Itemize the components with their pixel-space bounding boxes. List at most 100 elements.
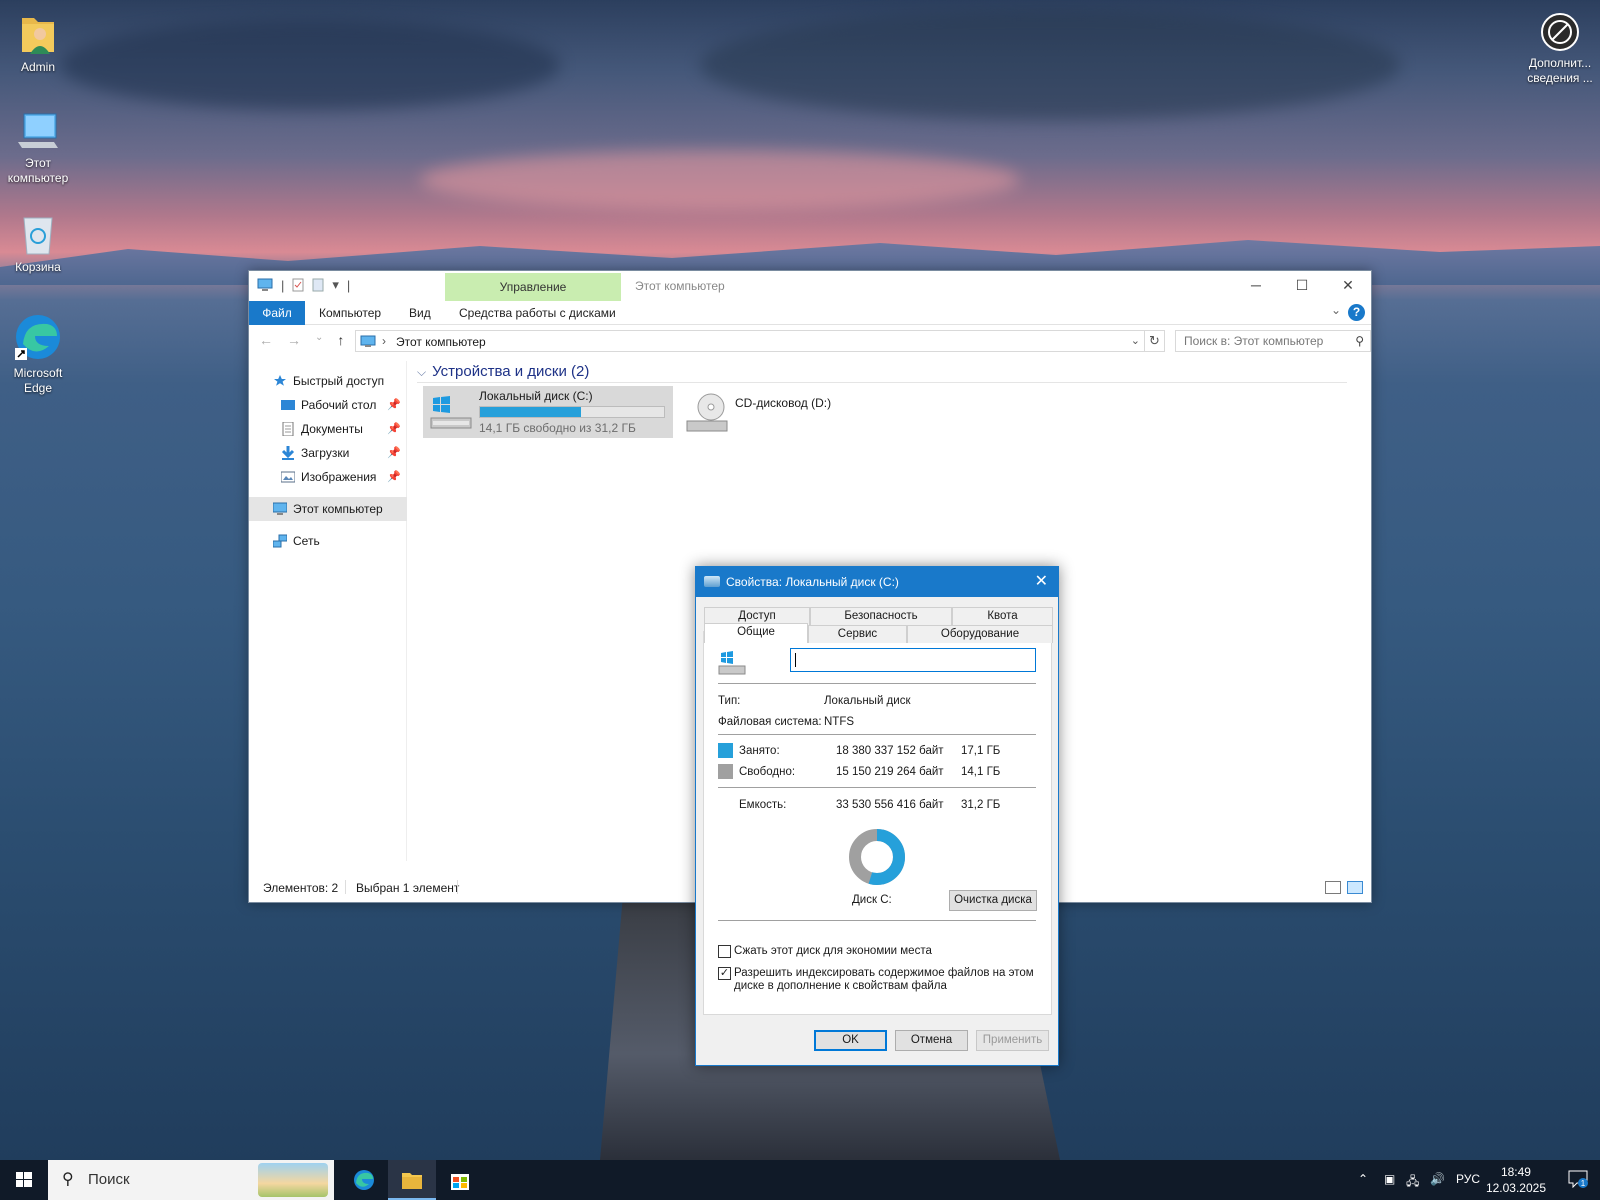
search-input[interactable]: Поиск в: Этот компьютер ⚲: [1175, 330, 1371, 352]
new-folder-icon[interactable]: [312, 278, 324, 292]
disk-usage-donut: [849, 829, 905, 885]
free-bytes: 15 150 219 264 байт: [836, 766, 944, 778]
pin-icon[interactable]: 📌: [387, 441, 401, 465]
search-highlight-image: [258, 1163, 328, 1197]
meet-now-icon[interactable]: ▣: [1384, 1172, 1395, 1186]
tab-tools[interactable]: Сервис: [808, 625, 907, 643]
help-icon[interactable]: ?: [1348, 304, 1365, 321]
properties-icon[interactable]: [292, 278, 304, 292]
nav-desktop[interactable]: Рабочий стол 📌: [249, 393, 407, 417]
windows-drive-icon: [718, 651, 746, 675]
taskbar-edge[interactable]: [340, 1160, 388, 1200]
edge-icon: [354, 1170, 374, 1190]
nav-documents[interactable]: Документы 📌: [249, 417, 407, 441]
drive-icon: [704, 576, 720, 587]
dialog-titlebar: Свойства: Локальный диск (C:) ✕: [696, 567, 1058, 597]
download-arrow-icon: [281, 446, 295, 460]
capacity-bytes: 33 530 556 416 байт: [836, 799, 944, 811]
ribbon-expand-icon[interactable]: ⌄: [1331, 303, 1341, 317]
nav-downloads[interactable]: Загрузки 📌: [249, 441, 407, 465]
index-label-line2[interactable]: диске в дополнение к свойствам файла: [734, 980, 947, 992]
drive-tile-c[interactable]: Локальный диск (C:) 14,1 ГБ свободно из …: [423, 386, 673, 438]
nav-this-pc[interactable]: Этот компьютер: [249, 497, 407, 521]
nav-network[interactable]: Сеть: [249, 529, 407, 553]
minimize-button[interactable]: ─: [1233, 271, 1279, 301]
tab-computer[interactable]: Компьютер: [319, 301, 381, 325]
apply-button[interactable]: Применить: [976, 1030, 1049, 1051]
tab-hardware[interactable]: Оборудование: [907, 625, 1053, 643]
tab-disk-tools[interactable]: Средства работы с дисками: [459, 301, 616, 325]
breadcrumb[interactable]: Этот компьютер: [396, 335, 486, 349]
drive-usage-bar: [479, 406, 665, 418]
computer-icon[interactable]: [257, 278, 273, 292]
pin-icon[interactable]: 📌: [387, 417, 401, 441]
clock-date: 12.03.2025: [1485, 1181, 1546, 1195]
nav-quick-access[interactable]: Быстрый доступ: [249, 369, 407, 393]
status-divider: [345, 880, 346, 894]
language-indicator[interactable]: РУС: [1456, 1172, 1480, 1186]
address-field[interactable]: › Этот компьютер ⌄: [355, 330, 1145, 352]
taskbar-file-explorer[interactable]: [388, 1160, 436, 1200]
notification-center-icon[interactable]: 1: [1568, 1170, 1588, 1188]
details-view-icon[interactable]: [1325, 881, 1341, 894]
network-icon: [273, 534, 287, 548]
drive-tile-d[interactable]: CD-дисковод (D:): [679, 386, 879, 438]
compress-checkbox[interactable]: [718, 945, 731, 958]
close-button[interactable]: ✕: [1325, 271, 1371, 301]
desktop-icon-admin[interactable]: Admin: [0, 10, 76, 75]
used-label: Занято:: [739, 745, 780, 757]
desktop-icon-more-info[interactable]: Дополнит... сведения ...: [1522, 12, 1598, 86]
desktop-icon-this-pc[interactable]: Этот компьютер: [0, 112, 76, 186]
volume-icon[interactable]: 🔊: [1430, 1172, 1445, 1186]
used-gb: 17,1 ГБ: [961, 745, 1001, 757]
up-button[interactable]: ↑: [337, 332, 344, 348]
item-count: Элементов: 2: [263, 881, 339, 895]
type-value: Локальный диск: [824, 695, 911, 707]
taskbar-search[interactable]: ⚲ Поиск: [48, 1160, 334, 1200]
pin-icon[interactable]: 📌: [387, 393, 401, 417]
tab-view[interactable]: Вид: [409, 301, 431, 325]
pin-icon[interactable]: 📌: [387, 465, 401, 489]
index-checkbox[interactable]: ✓: [718, 967, 731, 980]
taskbar-store[interactable]: [436, 1160, 484, 1200]
forward-button[interactable]: →: [287, 332, 301, 348]
maximize-button[interactable]: ☐: [1279, 271, 1325, 301]
start-button[interactable]: [0, 1160, 48, 1200]
recent-dropdown-icon[interactable]: ⌄: [315, 332, 323, 348]
tab-general[interactable]: Общие: [704, 623, 808, 643]
cancel-button[interactable]: Отмена: [895, 1030, 968, 1051]
back-button[interactable]: ←: [259, 332, 273, 348]
desktop-icon-edge[interactable]: Microsoft Edge: [0, 312, 76, 396]
ok-button[interactable]: OK: [814, 1030, 887, 1051]
tab-file[interactable]: Файл: [249, 301, 305, 325]
volume-label-input[interactable]: [790, 648, 1036, 672]
index-label-line1[interactable]: Разрешить индексировать содержимое файло…: [734, 967, 1034, 979]
tab-security[interactable]: Безопасность: [810, 607, 952, 625]
tab-row-bottom: Общие Сервис Оборудование: [704, 623, 1053, 643]
ribbon-context-tab: Управление: [445, 273, 621, 301]
tiles-view-icon[interactable]: [1347, 881, 1363, 894]
qat-dropdown-icon[interactable]: ▾: [332, 277, 339, 293]
clock[interactable]: 18:49 12.03.2025: [1486, 1164, 1546, 1196]
capacity-gb: 31,2 ГБ: [961, 799, 1001, 811]
address-dropdown-icon[interactable]: ⌄: [1131, 334, 1140, 347]
tab-quota[interactable]: Квота: [952, 607, 1053, 625]
nav-pictures[interactable]: Изображения 📌: [249, 465, 407, 489]
network-icon[interactable]: 🖧: [1406, 1172, 1419, 1193]
disk-cleanup-button[interactable]: Очистка диска: [949, 890, 1037, 911]
divider: [718, 683, 1036, 684]
filesystem-value: NTFS: [824, 716, 855, 728]
notification-count: 1: [1581, 1179, 1586, 1188]
status-divider: [457, 880, 458, 894]
tray-overflow-chevron-icon[interactable]: ⌃: [1358, 1172, 1368, 1186]
compress-label[interactable]: Сжать этот диск для экономии места: [734, 945, 932, 957]
dialog-close-button[interactable]: ✕: [1035, 567, 1048, 597]
free-space-swatch: [718, 764, 733, 779]
windows-drive-icon: [430, 396, 472, 429]
drive-free-space: 14,1 ГБ свободно из 31,2 ГБ: [479, 421, 636, 435]
desktop-icon-recycle-bin[interactable]: Корзина: [0, 212, 76, 275]
group-header[interactable]: ⌵ Устройства и диски (2): [417, 361, 1347, 383]
collapse-chevron-icon[interactable]: ⌵: [417, 365, 426, 379]
windows-logo-icon: [16, 1172, 32, 1187]
refresh-button[interactable]: ↻: [1145, 330, 1165, 352]
